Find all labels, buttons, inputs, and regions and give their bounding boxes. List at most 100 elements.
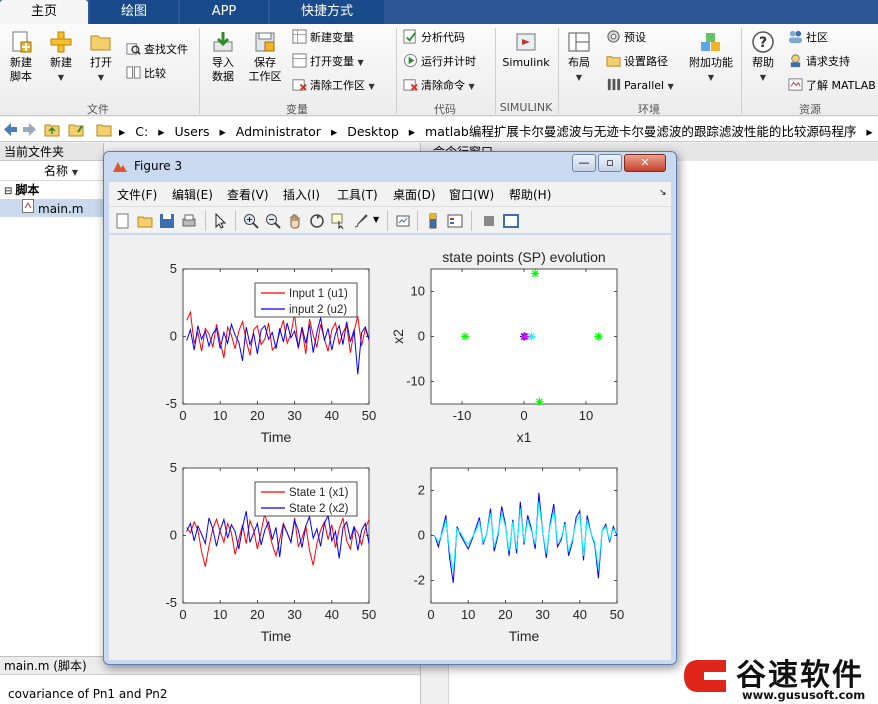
x-tick-label: 10	[213, 408, 227, 423]
clear-commands-button[interactable]: 清除命令 ▼	[403, 76, 475, 96]
menu-insert[interactable]: 插入(I)	[283, 186, 320, 203]
tab-app[interactable]: APP	[180, 0, 268, 24]
learn-matlab-label: 了解 MATLAB	[806, 79, 876, 92]
name-column-label: 名称	[44, 164, 69, 178]
menu-dock-icon[interactable]: ↘	[659, 188, 667, 198]
forward-arrow-icon[interactable]	[22, 122, 38, 137]
import-data-button[interactable]: 导入 数据	[205, 30, 241, 84]
script-file-icon	[22, 199, 34, 213]
link-plot-icon[interactable]	[395, 213, 411, 229]
minimize-button[interactable]: —	[572, 154, 596, 172]
community-button[interactable]: 社区	[788, 28, 828, 48]
x-axis-label: Time	[509, 628, 540, 644]
open-file-icon[interactable]	[137, 213, 153, 229]
request-support-button[interactable]: 请求支持	[788, 52, 850, 72]
save-figure-icon[interactable]	[159, 213, 175, 229]
menu-desktop[interactable]: 桌面(D)	[393, 186, 436, 203]
menu-view[interactable]: 查看(V)	[227, 186, 269, 203]
up-folder-icon[interactable]	[44, 122, 60, 137]
x-tick-label: 40	[325, 607, 339, 622]
menu-file[interactable]: 文件(F)	[117, 186, 157, 203]
run-and-time-button[interactable]: 运行并计时	[403, 52, 476, 72]
breadcrumb-segment[interactable]: Desktop	[347, 124, 399, 139]
new-button[interactable]: 新建 ▼	[44, 30, 78, 85]
save-workspace-button[interactable]: 保存 工作区	[246, 30, 284, 84]
y-tick-label: 0	[170, 329, 177, 344]
details-text: covariance of Pn1 and Pn2	[8, 687, 168, 701]
help-button[interactable]: ? 帮助 ▼	[746, 30, 780, 85]
breadcrumb-segment[interactable]: matlab编程扩展卡尔曼滤波与无迹卡尔曼滤波的跟踪滤波性能的比较源码程序	[425, 124, 856, 139]
maximize-button[interactable]: ▫	[598, 154, 622, 172]
brand-logo	[684, 660, 726, 692]
x-tick-label: 20	[498, 607, 512, 622]
data-cursor-icon[interactable]	[331, 213, 347, 229]
menu-help[interactable]: 帮助(H)	[509, 186, 551, 203]
breadcrumb-segment[interactable]: Administrator	[236, 124, 321, 139]
open-variable-dropdown-icon: ▼	[357, 58, 364, 67]
tab-plots[interactable]: 绘图	[90, 0, 178, 24]
preferences-button[interactable]: 预设	[606, 28, 646, 48]
x-tick-label: 0	[179, 607, 186, 622]
browse-folder-icon[interactable]	[68, 122, 84, 137]
rotate-3d-icon[interactable]	[309, 213, 325, 229]
zoom-out-icon[interactable]	[265, 213, 281, 229]
find-files-button[interactable]: 查找文件	[126, 40, 188, 60]
menu-tools[interactable]: 工具(T)	[337, 186, 378, 203]
new-variable-button[interactable]: 新建变量	[292, 28, 354, 48]
scatter-point	[594, 332, 603, 341]
add-ons-button[interactable]: 附加功能 ▼	[686, 30, 736, 85]
print-icon[interactable]	[181, 213, 197, 229]
pointer-icon[interactable]	[213, 213, 229, 229]
menu-window[interactable]: 窗口(W)	[449, 186, 494, 203]
clear-workspace-button[interactable]: 清除工作区 ▼	[292, 76, 375, 96]
layout-button[interactable]: 布局 ▼	[562, 30, 596, 85]
current-folder-title: 当前文件夹	[0, 143, 103, 161]
tab-shortcuts[interactable]: 快捷方式	[270, 0, 384, 24]
simulink-button[interactable]: Simulink	[500, 30, 552, 70]
new-variable-label: 新建变量	[310, 31, 354, 44]
collapse-icon[interactable]: ⊟	[4, 186, 12, 197]
name-column-header[interactable]: 名称 ▼	[0, 161, 103, 181]
file-row-main[interactable]: main.m	[0, 199, 103, 217]
clear-workspace-dropdown-icon: ▼	[368, 82, 375, 91]
new-figure-icon[interactable]	[115, 213, 131, 229]
figure-titlebar[interactable]: Figure 3 — ▫ ✕	[104, 152, 676, 182]
parallel-button[interactable]: Parallel ▼	[606, 76, 674, 96]
simulink-icon	[516, 33, 536, 51]
brush-icon[interactable]	[353, 213, 369, 229]
x-axis-label: Time	[261, 628, 292, 644]
folder-open-icon	[90, 35, 111, 51]
back-arrow-icon[interactable]	[2, 122, 18, 137]
folder-group-row[interactable]: ⊟ 脚本	[0, 181, 103, 199]
brush-dropdown-icon[interactable]: ▼	[373, 215, 379, 224]
colorbar-icon[interactable]	[425, 213, 441, 229]
menu-edit[interactable]: 编辑(E)	[172, 186, 213, 203]
toolbar-separator	[387, 211, 388, 231]
close-button[interactable]: ✕	[624, 154, 666, 172]
breadcrumb-segment[interactable]: C:	[135, 124, 148, 139]
tab-home[interactable]: 主页	[0, 0, 88, 24]
learn-matlab-button[interactable]: 了解 MATLAB	[788, 76, 876, 96]
legend-icon[interactable]	[447, 213, 463, 229]
clear-workspace-label: 清除工作区	[310, 79, 365, 92]
new-label: 新建	[50, 56, 72, 69]
group-resources-label: 资源	[799, 103, 821, 116]
breadcrumb-segment[interactable]: Users	[174, 124, 209, 139]
open-button[interactable]: 打开 ▼	[84, 30, 118, 85]
show-plot-tools-icon[interactable]	[503, 213, 519, 229]
x-tick-label: 30	[287, 607, 301, 622]
set-path-button[interactable]: 设置路径	[606, 52, 668, 72]
zoom-in-icon[interactable]	[243, 213, 259, 229]
legend-entry: input 2 (u2)	[289, 304, 347, 316]
analyze-code-button[interactable]: 分析代码	[403, 28, 465, 48]
open-variable-button[interactable]: 打开变量 ▼	[292, 52, 364, 72]
ribbon-tabbar: 主页 绘图 APP 快捷方式	[0, 0, 878, 24]
plot-area	[430, 467, 618, 604]
save-workspace-icon	[255, 32, 275, 52]
hide-plot-tools-icon[interactable]	[481, 213, 497, 229]
new-script-button[interactable]: 新建 脚本	[4, 30, 38, 84]
y-tick-label: 0	[418, 528, 425, 543]
group-code-label: 代码	[434, 103, 456, 116]
compare-button[interactable]: 比较	[126, 64, 166, 84]
pan-hand-icon[interactable]	[287, 213, 303, 229]
